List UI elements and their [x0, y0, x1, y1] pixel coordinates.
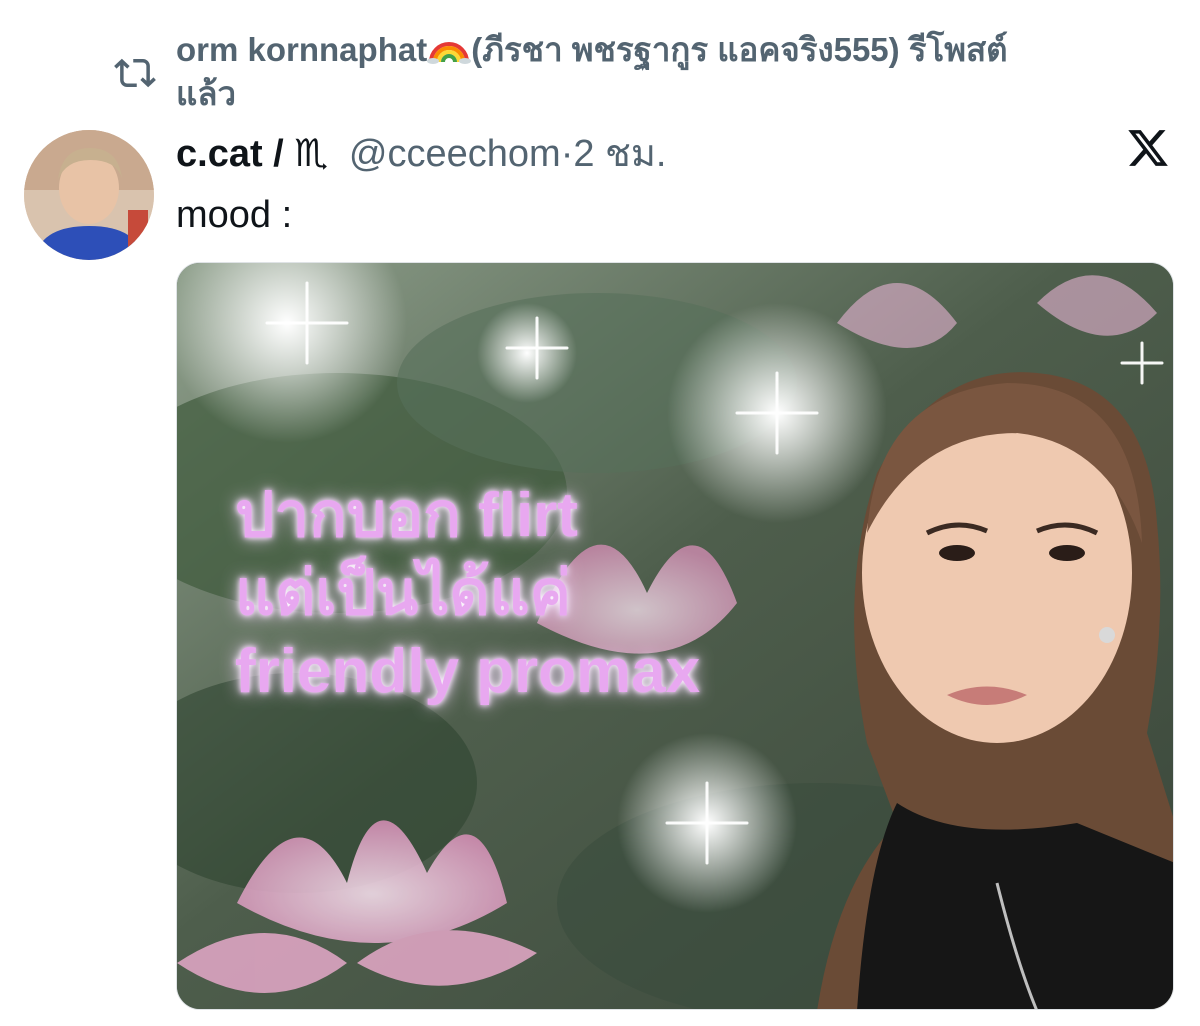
- repost-icon: [114, 52, 156, 94]
- separator: ·: [560, 133, 574, 175]
- reposter-name[interactable]: orm kornnaphat: [176, 31, 427, 68]
- tweet-text: mood :: [176, 194, 293, 236]
- tweet-image[interactable]: ปากบอก flirt แต่เป็นได้แค่ friendly prom…: [176, 262, 1174, 1010]
- rainbow-emoji: [427, 31, 472, 64]
- author-line: c.cat / ♏ @cceechom·2 ชม.: [176, 128, 666, 180]
- handle[interactable]: @cceechom: [349, 133, 561, 175]
- avatar[interactable]: [24, 130, 154, 260]
- timestamp[interactable]: 2 ชม.: [573, 133, 666, 175]
- image-caption: ปากบอก flirt แต่เป็นได้แค่ friendly prom…: [235, 481, 701, 706]
- repost-label[interactable]: orm kornnaphat (ภีรชา พชรฐากูร แอคจริง55…: [176, 28, 1056, 116]
- x-logo-icon: [1126, 126, 1170, 170]
- tweet-card[interactable]: orm kornnaphat (ภีรชา พชรฐากูร แอคจริง55…: [0, 0, 1200, 1026]
- display-name[interactable]: c.cat / ♏: [176, 133, 328, 175]
